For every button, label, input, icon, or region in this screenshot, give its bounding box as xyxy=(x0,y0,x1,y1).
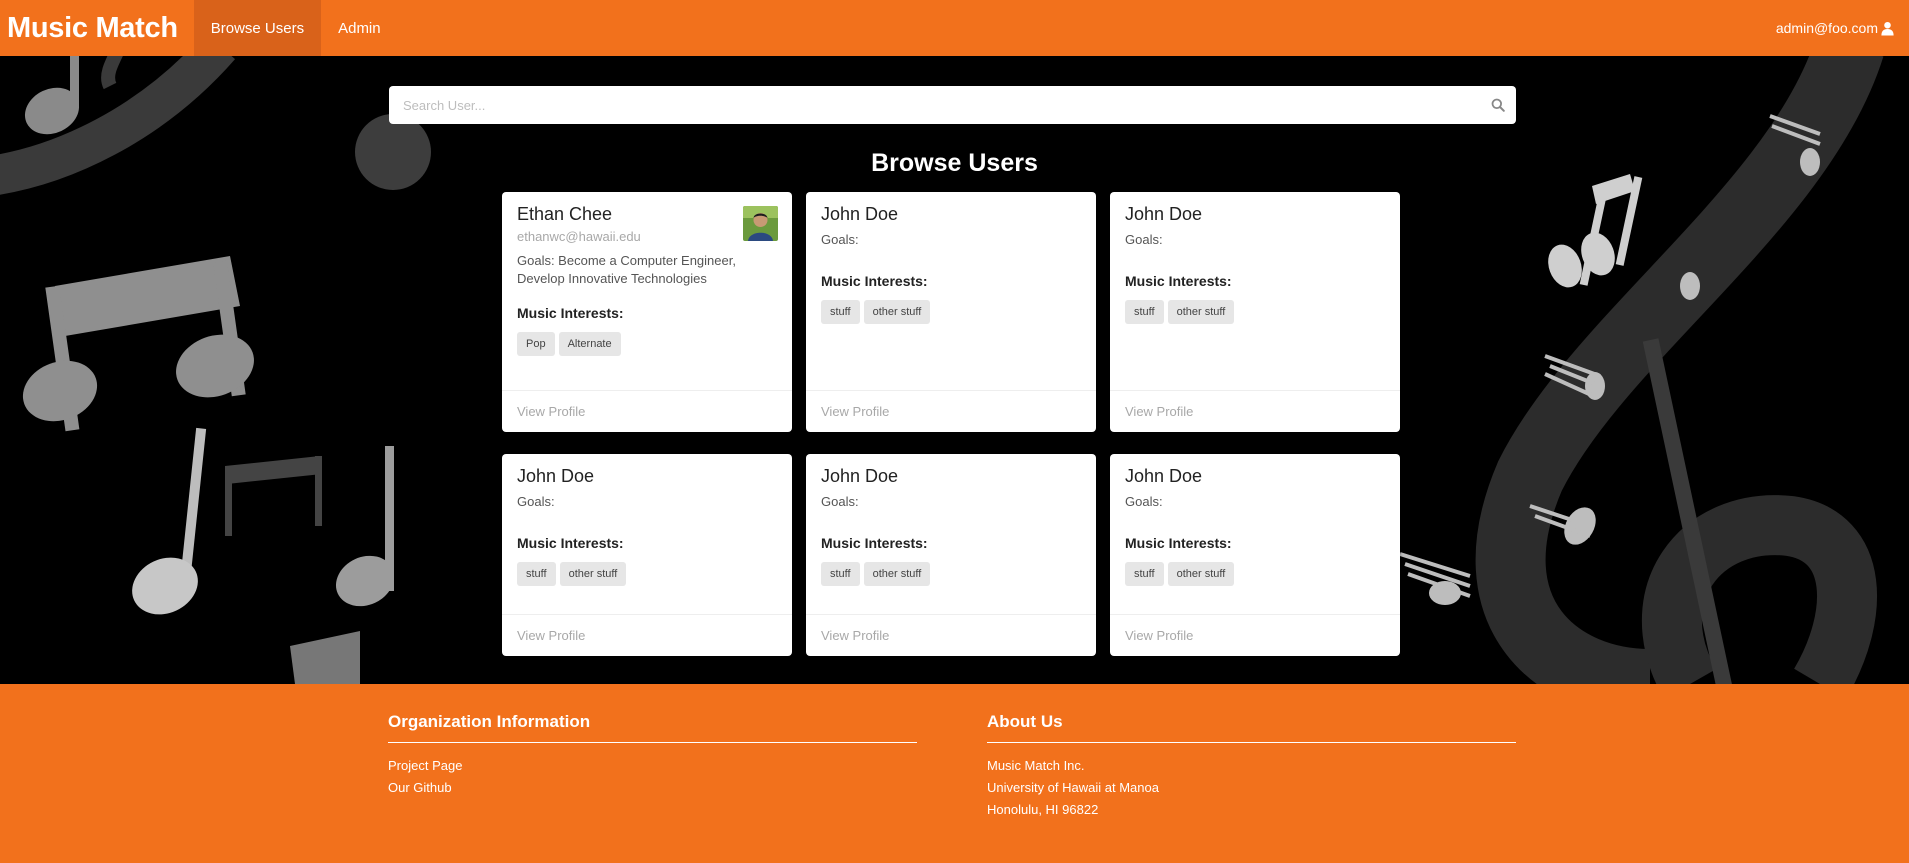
navbar: Music Match Browse Users Admin admin@foo… xyxy=(0,0,1909,56)
project-page-link[interactable]: Project Page xyxy=(388,755,917,777)
interest-tag: Alternate xyxy=(558,332,621,357)
interest-tag: stuff xyxy=(1125,562,1164,587)
card-interests-label: Music Interests: xyxy=(1125,273,1232,290)
tag-list: stuff other stuff xyxy=(821,562,1082,587)
search-bar xyxy=(389,86,1516,124)
interest-tag: other stuff xyxy=(863,300,931,325)
view-profile-link[interactable]: View Profile xyxy=(517,404,585,419)
card-interests-label: Music Interests: xyxy=(517,535,624,552)
github-link[interactable]: Our Github xyxy=(388,777,917,799)
card-interests-label: Music Interests: xyxy=(517,305,624,322)
card-goals: Goals: xyxy=(821,493,859,509)
tag-list: stuff other stuff xyxy=(1125,300,1386,325)
interest-tag: Pop xyxy=(517,332,555,357)
about-line: University of Hawaii at Manoa xyxy=(987,780,1159,795)
card-goals: Goals: xyxy=(1125,493,1163,509)
card-goals: Goals: xyxy=(821,231,859,247)
card-goals: Goals: xyxy=(517,493,555,509)
search-icon[interactable] xyxy=(1480,87,1516,123)
tag-list: stuff other stuff xyxy=(1125,562,1386,587)
nav-item-admin[interactable]: Admin xyxy=(321,0,398,56)
search-input[interactable] xyxy=(389,87,1480,123)
card-name: John Doe xyxy=(821,466,899,486)
user-card: John Doe Goals: Music Interests: stuff o… xyxy=(806,454,1096,656)
footer-org-section: Organization Information Project Page Ou… xyxy=(388,712,917,799)
hero-background: Browse Users Ethan Chee ethanwc@hawaii.e… xyxy=(0,56,1909,684)
interest-tag: other stuff xyxy=(863,562,931,587)
interest-tag: other stuff xyxy=(1167,300,1235,325)
footer-org-title: Organization Information xyxy=(388,712,917,743)
page-title: Browse Users xyxy=(871,149,1038,177)
view-profile-link[interactable]: View Profile xyxy=(517,628,585,643)
card-name: John Doe xyxy=(1125,466,1203,486)
user-email: admin@foo.com xyxy=(1775,20,1878,36)
card-name: John Doe xyxy=(517,466,595,486)
user-card: Ethan Chee ethanwc@hawaii.edu Goals: Bec… xyxy=(502,192,792,432)
view-profile-link[interactable]: View Profile xyxy=(821,628,889,643)
card-interests-label: Music Interests: xyxy=(821,535,928,552)
card-name: John Doe xyxy=(821,204,899,224)
interest-tag: stuff xyxy=(821,300,860,325)
tag-list: stuff other stuff xyxy=(821,300,1082,325)
user-card: John Doe Goals: Music Interests: stuff o… xyxy=(1110,454,1400,656)
card-interests-label: Music Interests: xyxy=(821,273,928,290)
card-email: ethanwc@hawaii.edu xyxy=(517,228,641,244)
view-profile-link[interactable]: View Profile xyxy=(1125,404,1193,419)
footer-about-section: About Us Music Match Inc. University of … xyxy=(987,712,1516,821)
interest-tag: stuff xyxy=(1125,300,1164,325)
user-menu[interactable]: admin@foo.com xyxy=(1776,0,1895,56)
footer: Organization Information Project Page Ou… xyxy=(0,684,1909,863)
interest-tag: other stuff xyxy=(1167,562,1235,587)
nav-item-browse-users[interactable]: Browse Users xyxy=(193,0,322,56)
about-line: Honolulu, HI 96822 xyxy=(987,802,1099,817)
user-card: John Doe Goals: Music Interests: stuff o… xyxy=(1110,192,1400,432)
user-card: John Doe Goals: Music Interests: stuff o… xyxy=(806,192,1096,432)
user-icon xyxy=(1881,21,1894,36)
card-goals: Goals: xyxy=(1125,231,1163,247)
about-line: Music Match Inc. xyxy=(987,758,1085,773)
footer-about-title: About Us xyxy=(987,712,1516,743)
card-interests-label: Music Interests: xyxy=(1125,535,1232,552)
interest-tag: stuff xyxy=(821,562,860,587)
tag-list: Pop Alternate xyxy=(517,332,778,357)
card-name: John Doe xyxy=(1125,204,1203,224)
tag-list: stuff other stuff xyxy=(517,562,778,587)
view-profile-link[interactable]: View Profile xyxy=(821,404,889,419)
card-name: Ethan Chee xyxy=(517,204,613,224)
interest-tag: stuff xyxy=(517,562,556,587)
brand-logo[interactable]: Music Match xyxy=(0,0,194,56)
card-goals: Goals: Become a Computer Engineer, Devel… xyxy=(517,252,736,287)
user-card: John Doe Goals: Music Interests: stuff o… xyxy=(502,454,792,656)
avatar xyxy=(743,206,778,241)
interest-tag: other stuff xyxy=(559,562,627,587)
view-profile-link[interactable]: View Profile xyxy=(1125,628,1193,643)
